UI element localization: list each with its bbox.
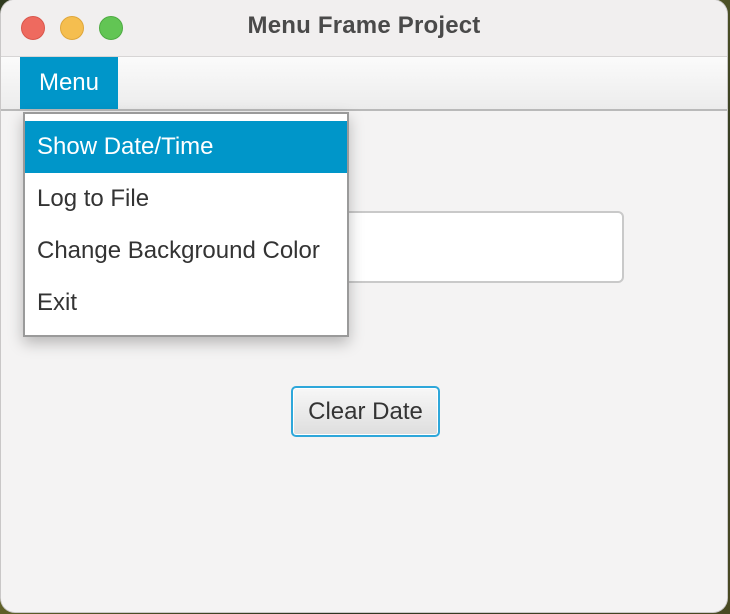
window-title: Menu Frame Project: [247, 12, 481, 39]
menu-item-show-date-time[interactable]: Show Date/Time: [25, 121, 347, 173]
menu-bar: Menu: [1, 57, 727, 111]
title-bar[interactable]: Menu Frame Project: [1, 0, 727, 57]
menu-item-change-background-color[interactable]: Change Background Color: [25, 225, 347, 277]
menu-dropdown: Show Date/Time Log to File Change Backgr…: [23, 112, 349, 337]
app-window: Menu Frame Project Menu Clear Date Show …: [1, 0, 727, 612]
menu-button[interactable]: Menu: [20, 57, 118, 109]
menu-item-exit[interactable]: Exit: [25, 277, 347, 329]
menu-item-log-to-file[interactable]: Log to File: [25, 173, 347, 225]
clear-date-button[interactable]: Clear Date: [291, 386, 440, 437]
